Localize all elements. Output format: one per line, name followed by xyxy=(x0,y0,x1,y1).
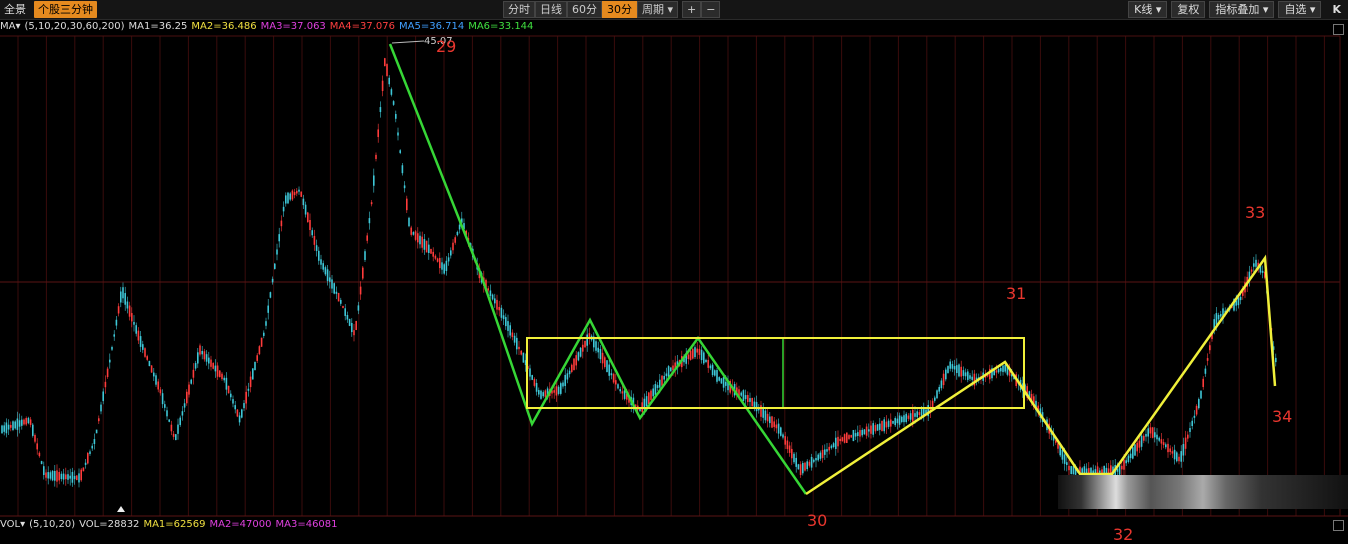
vol-ma1-value: MA1=62569 xyxy=(143,519,206,530)
vol-legend: VOL▾ (5,10,20) VOL=28832 MA1=62569 MA2=47000… xyxy=(0,518,342,532)
watermark-blur xyxy=(1058,475,1348,509)
wave-label-32: 32 xyxy=(1113,525,1133,544)
vol-indicator-selector[interactable]: VOL▾ xyxy=(0,519,25,530)
cursor-marker-icon xyxy=(117,506,125,512)
wave-label-31: 31 xyxy=(1006,284,1026,303)
green-wave-line xyxy=(388,43,808,495)
wave-label-29: 29 xyxy=(436,37,456,56)
wave-label-33: 33 xyxy=(1245,203,1265,222)
vol-ma3-value: MA3=46081 xyxy=(275,519,338,530)
vol-ma2-value: MA2=47000 xyxy=(209,519,272,530)
chart-grid xyxy=(0,35,1348,517)
vol-params: (5,10,20) xyxy=(29,519,76,530)
expand-vol-panel-icon[interactable] xyxy=(1333,520,1344,531)
wave-label-30: 30 xyxy=(807,511,827,530)
wave-label-34: 34 xyxy=(1272,407,1292,426)
vol-value: VOL=28832 xyxy=(79,519,140,530)
expand-panel-icon[interactable] xyxy=(1333,24,1344,35)
candlestick-chart[interactable]: 45.07 29 30 31 32 33 34 xyxy=(0,0,1348,544)
candles-layer xyxy=(1,57,1277,488)
